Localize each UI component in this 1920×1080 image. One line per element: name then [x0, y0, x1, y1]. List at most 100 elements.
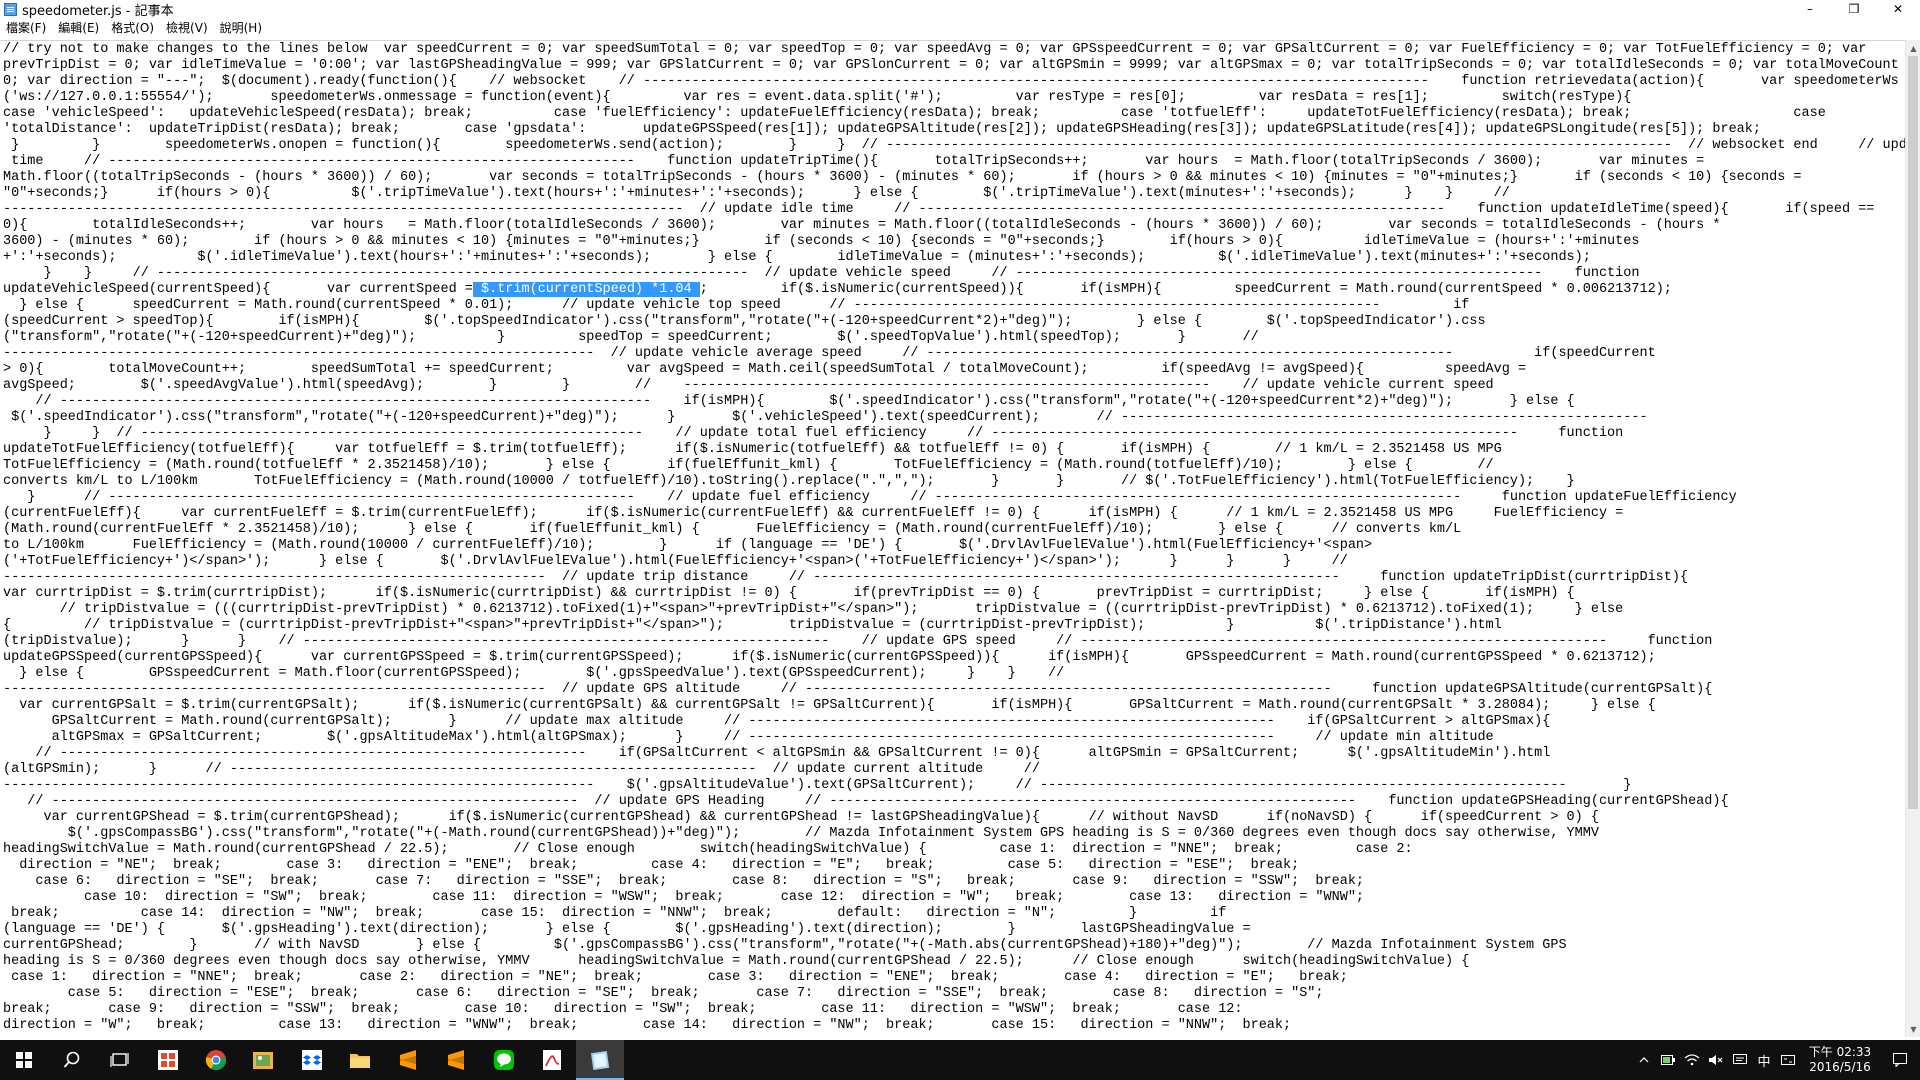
code-line: var currentGPShead = $.trim(currentGPShe… [3, 810, 1599, 825]
file-explorer-app[interactable] [336, 1040, 384, 1080]
code-line: } else { GPSspeedCurrent = Math.floor(cu… [3, 666, 1065, 681]
code-line: ('+TotFuelEfficiency+')</span>'); } else… [3, 554, 1348, 569]
volume-muted-icon[interactable] [1704, 1040, 1728, 1080]
line-icon [494, 1050, 514, 1070]
keyboard-icon[interactable] [1776, 1040, 1800, 1080]
code-line: (language == 'DE') { $('.gpsHeading').te… [3, 922, 1251, 937]
menu-help[interactable]: 說明(H) [214, 18, 268, 38]
code-line: { // tripDistvalue = (currtripDist-prevT… [3, 618, 1502, 633]
ime-indicator[interactable]: 中 [1752, 1040, 1776, 1080]
code-line: heading is S = 0/360 degrees even though… [3, 954, 1470, 969]
code-line: } } // ---------------------------------… [3, 266, 1640, 281]
code-line: ----------------------------------------… [3, 682, 1713, 697]
code-line: direction = "NE"; break; case 3: directi… [3, 858, 1300, 873]
scroll-up-arrow[interactable]: ▲ [1906, 40, 1920, 56]
code-line: > 0){ totalMoveCount++; speedSumTotal +=… [3, 362, 1527, 377]
sublime-app-1[interactable] [384, 1040, 432, 1080]
code-line: var currentGPSalt = $.trim(currentGPSalt… [3, 698, 1656, 713]
store-app[interactable] [144, 1040, 192, 1080]
code-line: var currtripDist = $.trim(currtripDist);… [3, 586, 1575, 601]
menu-edit[interactable]: 編輯(E) [52, 18, 105, 38]
menu-view[interactable]: 檢視(V) [160, 18, 214, 38]
code-line: // -------------------------------------… [3, 394, 1575, 409]
code-line: TotFuelEfficiency = (Math.round(totfuelE… [3, 458, 1494, 473]
code-line: // try not to make changes to the lines … [3, 42, 1867, 57]
sublime-app-2[interactable] [432, 1040, 480, 1080]
code-line: break; case 9: direction = "SSW"; break;… [3, 1002, 1243, 1017]
code-line: GPSaltCurrent = Math.round(currentGPSalt… [3, 714, 1551, 729]
taskbar: 中 下午 02:33 2016/5/16 [0, 1040, 1920, 1080]
code-line: (tripDistvalue); } } // ----------------… [3, 634, 1713, 649]
title-bar[interactable]: speedometer.js - 記事本 – ❐ ✕ [0, 0, 1920, 19]
wifi-icon[interactable] [1680, 1040, 1704, 1080]
notepad-app[interactable] [576, 1040, 624, 1080]
code-line: currentGPShead; } // with NavSD } else {… [3, 938, 1567, 953]
photo-app[interactable] [240, 1040, 288, 1080]
system-tray: 中 下午 02:33 2016/5/16 [1632, 1040, 1920, 1080]
task-view-icon [110, 1053, 129, 1067]
code-line: time // --------------------------------… [3, 154, 1705, 169]
scroll-down-arrow[interactable]: ▼ [1906, 1021, 1920, 1037]
dropbox-app[interactable] [288, 1040, 336, 1080]
store-icon [158, 1050, 178, 1070]
code-line: altGPSmax = GPSaltCurrent; $('.gpsAltitu… [3, 730, 1494, 745]
code-line: direction = "W"; break; case 13: directi… [3, 1018, 1292, 1033]
code-line: 0){ totalIdleSeconds++; var hours = Math… [3, 218, 1721, 233]
code-line: } // -----------------------------------… [3, 490, 1737, 505]
code-line: case 1: direction = "NNE"; break; case 2… [3, 970, 1348, 985]
message-icon[interactable] [1728, 1040, 1752, 1080]
code-line: 'totalDistance': updateTripDist(resData)… [3, 122, 1761, 137]
acrobat-icon [543, 1050, 561, 1070]
scroll-thumb[interactable] [1908, 56, 1918, 809]
window-controls: – ❐ ✕ [1788, 0, 1920, 18]
chrome-app[interactable] [192, 1040, 240, 1080]
code-line: // -------------------------------------… [3, 746, 1551, 761]
code-line: 0; var direction = "---"; $(document).re… [3, 74, 1905, 89]
windows-icon [16, 1052, 32, 1068]
code-line: ('ws://127.0.0.1:55554/'); speedometerWs… [3, 90, 1632, 105]
clock-time: 下午 02:33 [1808, 1045, 1872, 1059]
code-line: ----------------------------------------… [3, 570, 1689, 585]
notepad-icon [590, 1050, 610, 1071]
search-icon [63, 1051, 80, 1068]
code-line: ----------------------------------------… [3, 778, 1632, 793]
code-line: updateGPSSpeed(currentGPSSpeed){ var cur… [3, 650, 1656, 665]
line-app[interactable] [480, 1040, 528, 1080]
code-text-area[interactable]: // try not to make changes to the lines … [0, 41, 1905, 1038]
code-line: } else { speedCurrent = Math.round(curre… [3, 298, 1470, 313]
code-line: (Math.round(currentFuelEff * 2.3521458)/… [3, 522, 1462, 537]
code-line: case 5: direction = "ESE"; break; case 6… [3, 986, 1324, 1001]
start-button[interactable] [0, 1040, 48, 1080]
menu-bar: 檔案(F) 編輯(E) 格式(O) 檢視(V) 說明(H) [0, 18, 1920, 38]
notepad-icon [4, 2, 17, 16]
acrobat-app[interactable] [528, 1040, 576, 1080]
sublime-icon [400, 1050, 416, 1070]
dropbox-icon [302, 1050, 322, 1070]
code-line: case 6: direction = "SE"; break; case 7:… [3, 874, 1365, 889]
close-button[interactable]: ✕ [1876, 0, 1920, 18]
text-editor[interactable]: // try not to make changes to the lines … [0, 40, 1905, 1038]
code-line: ("transform","rotate("+(-120+speedCurren… [3, 330, 1259, 345]
menu-format[interactable]: 格式(O) [105, 18, 160, 38]
code-line: // tripDistvalue = (((currtripDist-prevT… [3, 602, 1624, 617]
code-line: 3600) - (minutes * 60); if (hours > 0 &&… [3, 234, 1640, 249]
vertical-scrollbar[interactable]: ▲ ▼ [1905, 40, 1920, 1037]
selected-text[interactable]: $.trim(currentSpeed) *1.04 [472, 282, 700, 297]
maximize-button[interactable]: ❐ [1832, 0, 1876, 18]
action-center-button[interactable] [1880, 1040, 1920, 1080]
code-line: (altGPSmin); } // ----------------------… [3, 762, 1040, 777]
search-button[interactable] [48, 1040, 96, 1080]
code-line: break; case 14: direction = "NW"; break;… [3, 906, 1227, 921]
code-line: case 'vehicleSpeed': updateVehicleSpeed(… [3, 106, 1826, 121]
chrome-icon [205, 1050, 227, 1071]
code-line: prevTripDist = 0; var idleTimeValue = '0… [3, 58, 1905, 73]
menu-file[interactable]: 檔案(F) [0, 18, 52, 38]
minimize-button[interactable]: – [1788, 0, 1832, 18]
clock[interactable]: 下午 02:33 2016/5/16 [1800, 1040, 1880, 1080]
battery-icon[interactable] [1656, 1040, 1680, 1080]
task-view-button[interactable] [96, 1040, 144, 1080]
code-line: case 10: direction = "SW"; break; case 1… [3, 890, 1365, 905]
code-line: (speedCurrent > speedTop){ if(isMPH){ $(… [3, 314, 1486, 329]
chevron-up-icon[interactable] [1632, 1040, 1656, 1080]
code-line: +':'+seconds); $('.idleTimeValue').text(… [3, 250, 1591, 265]
